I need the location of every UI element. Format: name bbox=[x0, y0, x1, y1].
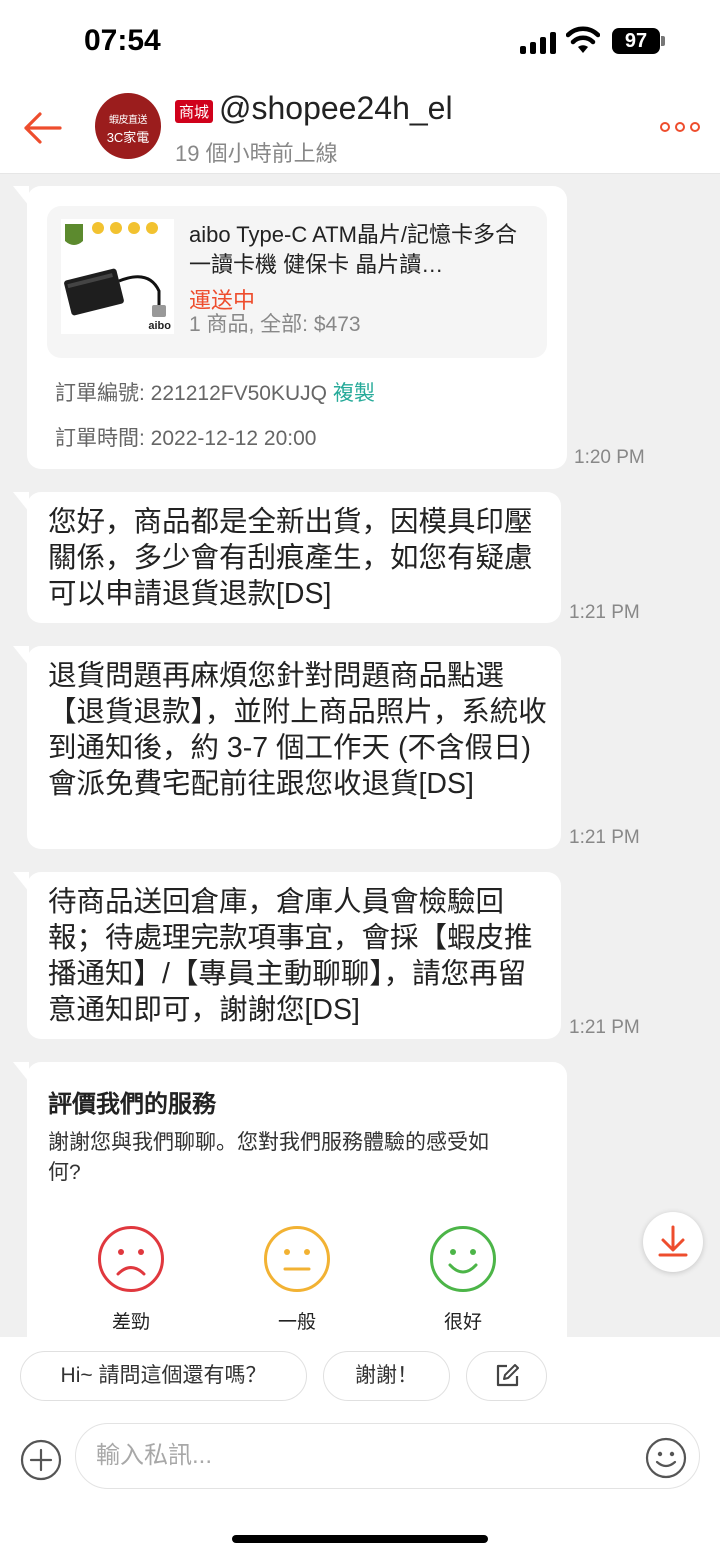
message-text: 待商品送回倉庫，倉庫人員會檢驗回報；待處理完款項事宜，會採【蝦皮推播通知】/【專… bbox=[48, 886, 533, 1026]
rating-option-poor[interactable]: 差勁 bbox=[91, 1307, 171, 1334]
edit-icon bbox=[496, 1364, 519, 1387]
shop-name[interactable]: @shopee24h_el bbox=[219, 90, 453, 127]
quick-reply-chip[interactable]: 謝謝！ bbox=[323, 1351, 450, 1401]
order-message-bubble: aibo aibo Type-C ATM晶片/記憶卡多合一讀卡機 健保卡 晶片讀… bbox=[13, 186, 567, 469]
wifi-icon bbox=[566, 26, 600, 53]
emoji-icon[interactable] bbox=[645, 1437, 687, 1479]
rating-title: 評價我們的服務 bbox=[48, 1091, 216, 1118]
rating-option-average[interactable]: 一般 bbox=[257, 1307, 337, 1334]
text-message-bubble: 退貨問題再麻煩您針對問題商品點選【退貨退款】，並附上商品照片，系統收到通知後，約… bbox=[13, 646, 561, 849]
shop-logo-line2: 3C家電 bbox=[106, 130, 150, 145]
message-timestamp: 1:20 PM bbox=[574, 447, 645, 468]
quick-reply-chip[interactable]: Hi~ 請問這個還有嗎？ bbox=[20, 1351, 307, 1401]
message-text: 退貨問題再麻煩您針對問題商品點選【退貨退款】，並附上商品照片，系統收到通知後，約… bbox=[48, 660, 547, 800]
edit-quick-replies-button[interactable] bbox=[466, 1351, 547, 1401]
battery-level: 97 bbox=[612, 28, 660, 54]
order-summary: 1 商品, 全部: $473 bbox=[189, 313, 361, 336]
chat-header: 蝦皮直送 3C家電 商城 @shopee24h_el 19 個小時前上線 bbox=[0, 84, 720, 174]
composer-area: Hi~ 請問這個還有嗎？ 謝謝！ bbox=[0, 1337, 720, 1558]
home-indicator bbox=[232, 1535, 488, 1543]
sad-face-icon[interactable] bbox=[97, 1225, 165, 1293]
order-number-line: 訂單編號: 221212FV50KUJQ 複製 bbox=[55, 377, 375, 407]
status-time: 07:54 bbox=[84, 24, 161, 57]
shop-logo-line1: 蝦皮直送 bbox=[109, 115, 148, 126]
product-card[interactable]: aibo aibo Type-C ATM晶片/記憶卡多合一讀卡機 健保卡 晶片讀… bbox=[47, 206, 547, 358]
order-number: 訂單編號: 221212FV50KUJQ bbox=[55, 382, 327, 405]
message-input-row bbox=[0, 1423, 720, 1499]
scroll-to-bottom-button[interactable] bbox=[643, 1212, 703, 1272]
status-bar: 07:54 97 bbox=[0, 0, 720, 84]
back-arrow-icon[interactable] bbox=[20, 106, 64, 150]
message-timestamp: 1:21 PM bbox=[569, 827, 640, 848]
product-thumbnail: aibo bbox=[61, 219, 174, 334]
happy-face-icon[interactable] bbox=[429, 1225, 497, 1293]
more-options-icon[interactable] bbox=[660, 122, 700, 132]
rating-option-good[interactable]: 很好 bbox=[423, 1307, 503, 1334]
product-brand-mark: aibo bbox=[148, 320, 171, 332]
message-timestamp: 1:21 PM bbox=[569, 602, 640, 623]
rating-description: 謝謝您與我們聊聊。您對我們服務體驗的感受如何? bbox=[48, 1131, 489, 1184]
order-time: 訂單時間: 2022-12-12 20:00 bbox=[55, 427, 317, 450]
cellular-signal-icon bbox=[520, 30, 556, 54]
battery-tip bbox=[661, 36, 665, 46]
product-name: aibo Type-C ATM晶片/記憶卡多合一讀卡機 健保卡 晶片讀… bbox=[189, 222, 518, 277]
copy-order-number-link[interactable]: 複製 bbox=[333, 382, 375, 405]
text-message-bubble: 您好，商品都是全新出貨，因模具印壓關係，多少會有刮痕產生，如您有疑慮可以申請退貨… bbox=[13, 492, 561, 623]
last-seen-status: 19 個小時前上線 bbox=[175, 141, 338, 166]
service-rating-card: 評價我們的服務 謝謝您與我們聊聊。您對我們服務體驗的感受如何? 差勁 一般 很好 bbox=[13, 1062, 567, 1362]
mall-badge: 商城 bbox=[175, 100, 214, 123]
message-input[interactable] bbox=[75, 1423, 700, 1489]
shop-avatar[interactable]: 蝦皮直送 3C家電 bbox=[95, 93, 161, 159]
message-timestamp: 1:21 PM bbox=[569, 1017, 640, 1038]
add-attachment-icon[interactable] bbox=[20, 1439, 62, 1481]
neutral-face-icon[interactable] bbox=[263, 1225, 331, 1293]
message-text: 您好，商品都是全新出貨，因模具印壓關係，多少會有刮痕產生，如您有疑慮可以申請退貨… bbox=[48, 506, 533, 610]
card-reader-image-icon bbox=[64, 222, 166, 317]
download-arrow-icon bbox=[658, 1225, 688, 1257]
text-message-bubble: 待商品送回倉庫，倉庫人員會檢驗回報；待處理完款項事宜，會採【蝦皮推播通知】/【專… bbox=[13, 872, 561, 1039]
